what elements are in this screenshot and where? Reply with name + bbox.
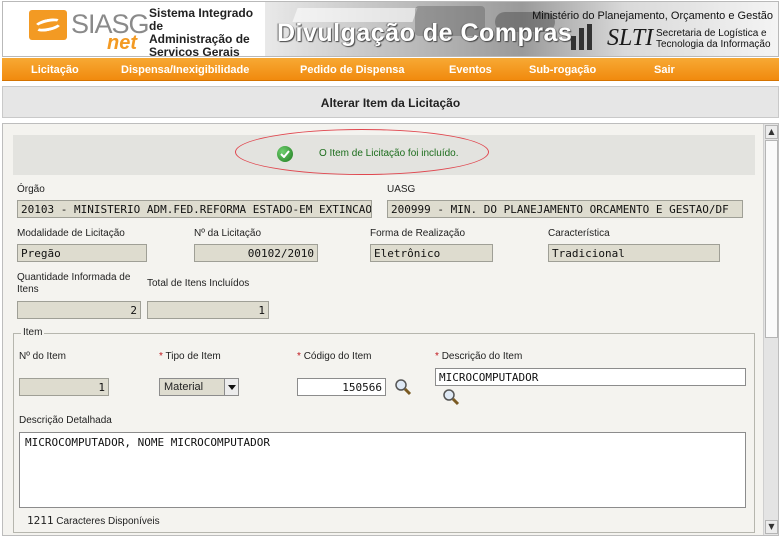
modalidade-label: Modalidade de Licitação xyxy=(17,228,125,239)
slti-line1: Secretaria de Logística e xyxy=(656,28,767,39)
system-name-line3: Serviços Gerais xyxy=(149,45,240,57)
siasg-logo: SIASG net xyxy=(25,6,150,54)
tipo-item-label-text: Tipo de Item xyxy=(165,351,221,362)
total-itens-label: Total de Itens Incluídos xyxy=(147,278,250,289)
menu-licitacao[interactable]: Licitação xyxy=(31,64,79,76)
ministry-name: Ministério do Planejamento, Orçamento e … xyxy=(532,10,773,22)
modalidade-field: Pregão xyxy=(17,244,147,262)
menu-eventos[interactable]: Eventos xyxy=(449,64,492,76)
siasg-logo-icon xyxy=(29,10,67,40)
caracteres-count: 1211 xyxy=(27,514,54,527)
search-descricao-icon[interactable] xyxy=(442,388,460,406)
uasg-field: 200999 - MIN. DO PLANEJAMENTO ORCAMENTO … xyxy=(387,200,743,218)
slti-logo: SLTI xyxy=(607,25,654,51)
content-panel: O Item de Licitação foi incluído. Órgão … xyxy=(2,123,779,536)
slti-line2: Tecnologia da Informação xyxy=(656,39,771,50)
quantidade-itens-label-line2: Itens xyxy=(17,284,39,295)
orgao-label: Órgão xyxy=(17,184,45,195)
tipo-item-value: Material xyxy=(164,381,204,393)
descricao-item-label: * Descrição do Item xyxy=(435,351,522,362)
system-name-line1: Sistema Integrado de xyxy=(149,6,254,33)
numero-item-field: 1 xyxy=(19,378,109,396)
quantidade-itens-field: 2 xyxy=(17,301,141,319)
forma-realizacao-field: Eletrônico xyxy=(370,244,493,262)
vertical-scrollbar[interactable]: ▲ ▼ xyxy=(763,124,778,535)
scroll-down-arrow-icon[interactable]: ▼ xyxy=(765,520,778,534)
slti-name: Secretaria de Logística e Tecnologia da … xyxy=(656,28,771,50)
orgao-field: 20103 - MINISTERIO ADM.FED.REFORMA ESTAD… xyxy=(17,200,372,218)
main-menu: Licitação Dispensa/Inexigibilidade Pedid… xyxy=(2,58,779,81)
numero-item-label: Nº do Item xyxy=(19,351,67,362)
check-circle-icon xyxy=(277,146,293,162)
tipo-item-select[interactable]: Material xyxy=(159,378,239,396)
quantidade-itens-label-line1: Quantidade Informada de xyxy=(17,272,131,283)
caracteristica-field: Tradicional xyxy=(548,244,720,262)
menu-sub-rogacao[interactable]: Sub-rogação xyxy=(529,64,596,76)
required-mark: * xyxy=(297,351,301,362)
chevron-down-icon[interactable] xyxy=(224,379,238,395)
logo-sub-text: net xyxy=(107,32,137,54)
menu-sair[interactable]: Sair xyxy=(654,64,675,76)
caracteristica-label: Característica xyxy=(548,228,610,239)
banner-title: Divulgação de Compras xyxy=(277,19,573,47)
scroll-up-arrow-icon[interactable]: ▲ xyxy=(765,125,778,139)
forma-realizacao-label: Forma de Realização xyxy=(370,228,466,239)
codigo-item-label: * Código do Item xyxy=(297,351,372,362)
page-title-bar: Alterar Item da Licitação xyxy=(2,86,779,118)
quantidade-itens-label: Quantidade Informada de Itens xyxy=(17,272,130,296)
search-codigo-icon[interactable] xyxy=(394,378,412,396)
menu-pedido-de-dispensa[interactable]: Pedido de Dispensa xyxy=(300,64,405,76)
slti-bars-icon xyxy=(571,24,601,50)
descricao-detalhada-label: Descrição Detalhada xyxy=(19,415,112,426)
success-message: O Item de Licitação foi incluído. xyxy=(319,148,459,159)
numero-licitacao-label: Nº da Licitação xyxy=(194,228,262,239)
menu-dispensa-inexigibilidade[interactable]: Dispensa/Inexigibilidade xyxy=(121,64,249,76)
descricao-detalhada-textarea[interactable]: MICROCOMPUTADOR, NOME MICROCOMPUTADOR xyxy=(19,432,746,508)
scroll-thumb[interactable] xyxy=(765,140,778,338)
page-title: Alterar Item da Licitação xyxy=(320,96,461,110)
descricao-item-label-text: Descrição do Item xyxy=(441,351,523,362)
system-name: Sistema Integrado de Administração de Se… xyxy=(149,7,267,57)
tipo-item-label: * Tipo de Item xyxy=(159,351,221,362)
required-mark: * xyxy=(159,351,163,362)
numero-licitacao-field: 00102/2010 xyxy=(194,244,318,262)
header-banner: Divulgação de Compras Ministério do Plan… xyxy=(265,2,778,56)
descricao-item-input[interactable]: MICROCOMPUTADOR xyxy=(435,368,746,386)
caracteres-label: Caracteres Disponíveis xyxy=(56,516,160,527)
uasg-label: UASG xyxy=(387,184,416,195)
caracteres-disponiveis: 1211 Caracteres Disponíveis xyxy=(27,514,160,527)
site-header: SIASG net Sistema Integrado de Administr… xyxy=(2,1,779,57)
item-legend: Item xyxy=(21,327,45,338)
codigo-item-label-text: Código do Item xyxy=(303,351,372,362)
codigo-item-input[interactable]: 150566 xyxy=(297,378,386,396)
required-mark: * xyxy=(435,351,439,362)
total-itens-field: 1 xyxy=(147,301,269,319)
